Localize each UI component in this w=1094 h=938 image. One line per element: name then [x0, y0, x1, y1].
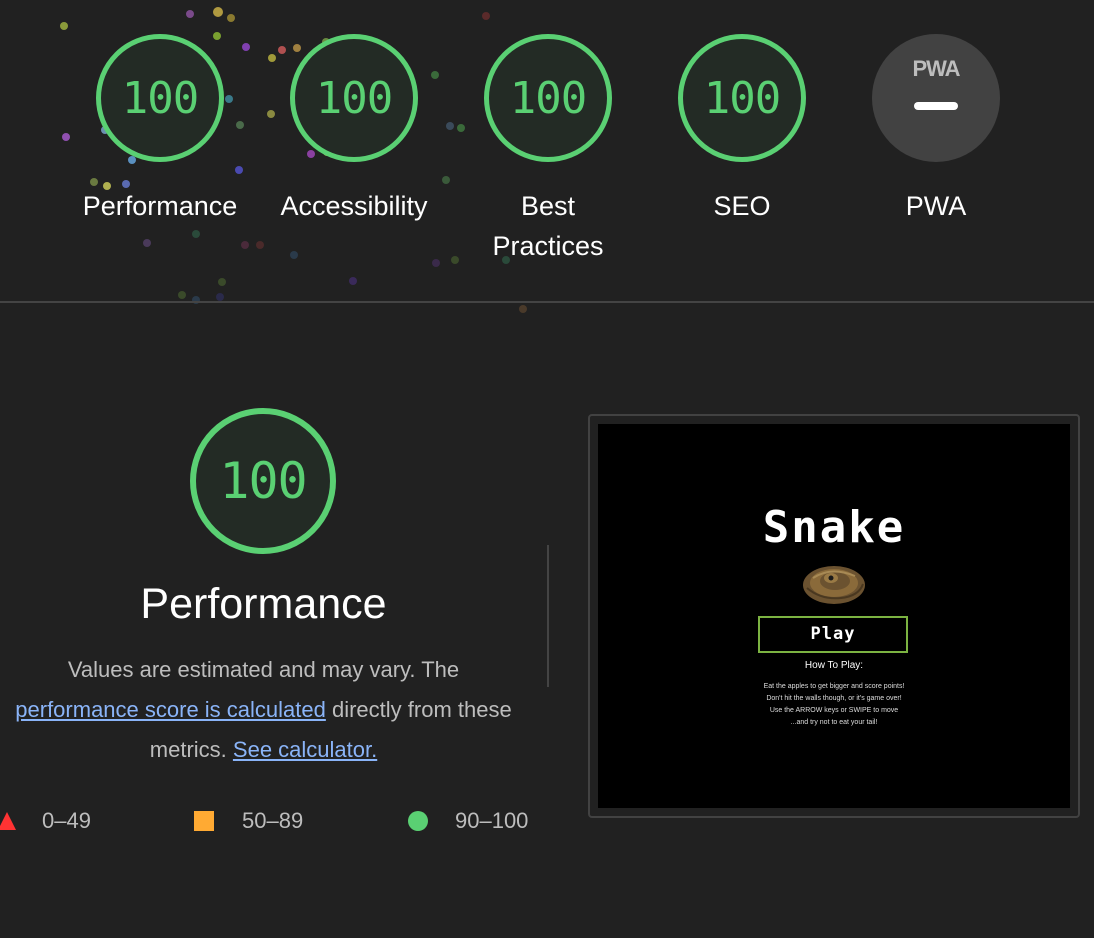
gauge-ring: 100 [484, 34, 612, 162]
lighthouse-report: 100 Performance 100 Accessibility 100 Be… [0, 0, 1094, 938]
instruction-line: Don't hit the walls though, or it's game… [766, 695, 902, 702]
performance-gauge: 100 [190, 408, 336, 554]
section-divider [0, 301, 1094, 303]
instruction-line: ...and try not to eat your tail! [790, 719, 878, 726]
gauge-label: PWA [905, 191, 967, 221]
see-calculator-link[interactable]: See calculator. [233, 737, 377, 762]
gauge-ring: 100 [96, 34, 224, 162]
legend-range: 90–100 [455, 808, 529, 833]
snake-title: Snake [762, 502, 906, 553]
pwa-logo-icon: PWA [912, 56, 960, 81]
pwa-badge: PWA [872, 34, 1000, 162]
performance-title: Performance [140, 580, 387, 628]
gauge-ring: 100 [678, 34, 806, 162]
legend-range: 50–89 [242, 808, 304, 833]
legend-fail: 0–49 [0, 806, 91, 836]
gauge-accessibility[interactable]: 100 Accessibility [254, 34, 454, 226]
gauge-seo[interactable]: 100 SEO [642, 34, 842, 226]
square-icon [194, 811, 214, 831]
gauge-best-practices[interactable]: 100 Best Practices [448, 34, 648, 266]
how-to-play-title: How To Play: [804, 660, 864, 671]
score-calculation-link[interactable]: performance score is calculated [15, 697, 326, 722]
instruction-line: Use the ARROW keys or SWIPE to move [769, 707, 899, 714]
gauge-score: 100 [121, 72, 199, 124]
circle-icon [408, 811, 428, 831]
description-text: Values are estimated and may vary. The [67, 657, 460, 682]
instruction-line: Eat the apples to get bigger and score p… [763, 683, 905, 690]
triangle-icon [0, 812, 16, 830]
legend-average: 50–89 [194, 806, 303, 836]
gauge-label: Performance [82, 191, 238, 221]
play-button: Play [758, 616, 908, 653]
gauge-ring: 100 [290, 34, 418, 162]
legend-pass: 90–100 [408, 806, 528, 836]
legend-range: 0–49 [42, 808, 91, 833]
vertical-divider [547, 545, 549, 687]
gauge-label: Accessibility [280, 191, 428, 221]
gauge-score: 100 [703, 72, 781, 124]
gauge-score: 100 [315, 72, 393, 124]
performance-description: Values are estimated and may vary. The p… [0, 650, 527, 770]
gauge-performance[interactable]: 100 Performance [60, 34, 260, 226]
gauge-score: 100 [509, 72, 587, 124]
final-screenshot-frame[interactable]: Snake Play How To Play: Eat the apples t… [588, 414, 1080, 818]
snake-icon [803, 566, 865, 604]
performance-score: 100 [219, 452, 307, 510]
final-screenshot: Snake Play How To Play: Eat the apples t… [598, 424, 1070, 808]
gauge-pwa[interactable]: PWA PWA [836, 34, 1036, 226]
gauge-label: Best Practices [492, 191, 604, 261]
gauge-label: SEO [713, 191, 771, 221]
dash-icon [914, 102, 958, 110]
